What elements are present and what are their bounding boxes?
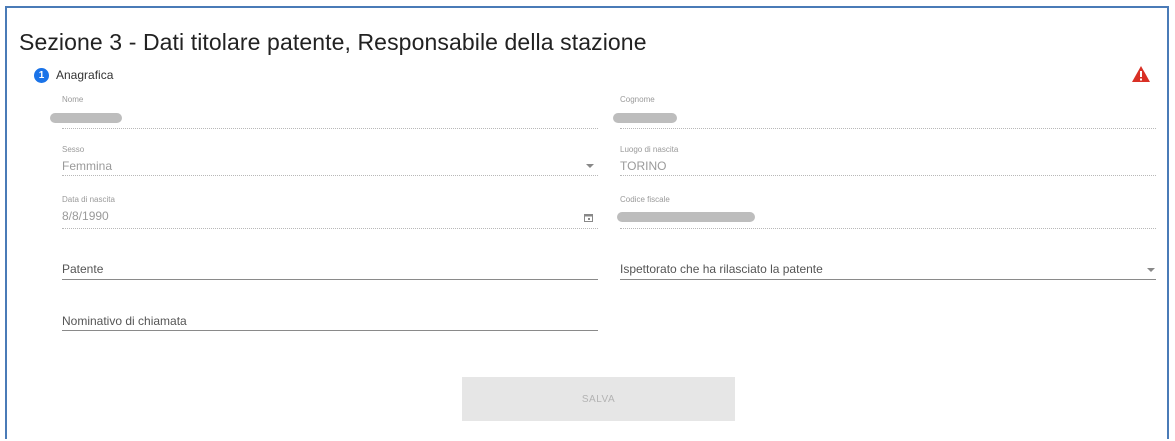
patente-input[interactable]: Patente <box>62 260 598 284</box>
section-title: Sezione 3 - Dati titolare patente, Respo… <box>19 29 647 55</box>
nome-underline <box>62 128 598 129</box>
cognome-redacted-value <box>613 113 677 123</box>
codice-fiscale-label: Codice fiscale <box>620 195 670 204</box>
luogo-nascita-field: Luogo di nascita TORINO <box>620 145 1156 181</box>
data-nascita-field[interactable]: Data di nascita 8/8/1990 <box>62 195 598 231</box>
sesso-value: Femmina <box>62 159 113 173</box>
cognome-field: Cognome <box>613 95 1156 131</box>
patente-underline <box>62 279 598 280</box>
save-button[interactable]: SALVA <box>462 377 735 421</box>
nome-redacted-value <box>50 113 122 123</box>
nominativo-underline <box>62 330 598 331</box>
calendar-icon[interactable] <box>584 213 593 222</box>
data-nascita-label: Data di nascita <box>62 195 115 204</box>
sesso-underline <box>62 175 598 176</box>
chevron-down-icon <box>1147 268 1155 272</box>
sesso-select[interactable]: Sesso Femmina <box>62 145 598 181</box>
nominativo-input[interactable]: Nominativo di chiamata <box>62 312 598 336</box>
luogo-nascita-underline <box>620 175 1156 176</box>
nome-field: Nome <box>50 95 598 131</box>
sesso-label: Sesso <box>62 145 85 154</box>
cognome-label: Cognome <box>620 95 655 104</box>
ispettorato-placeholder: Ispettorato che ha rilasciato la patente <box>620 262 823 276</box>
chevron-down-icon <box>586 164 594 168</box>
ispettorato-underline <box>620 279 1156 280</box>
cognome-underline <box>620 128 1156 129</box>
luogo-nascita-value: TORINO <box>620 159 667 173</box>
codice-fiscale-underline <box>620 228 1156 229</box>
luogo-nascita-label: Luogo di nascita <box>620 145 679 154</box>
step-number-badge: 1 <box>34 68 49 83</box>
warning-icon <box>1132 66 1150 82</box>
codice-fiscale-field: Codice fiscale <box>617 195 1156 231</box>
nominativo-placeholder: Nominativo di chiamata <box>62 314 187 328</box>
patente-placeholder: Patente <box>62 262 104 276</box>
codice-fiscale-redacted-value <box>617 212 755 222</box>
step-label: Anagrafica <box>56 68 114 82</box>
nome-label: Nome <box>62 95 84 104</box>
ispettorato-select[interactable]: Ispettorato che ha rilasciato la patente <box>620 260 1156 284</box>
data-nascita-value: 8/8/1990 <box>62 209 109 223</box>
data-nascita-underline <box>62 228 598 229</box>
